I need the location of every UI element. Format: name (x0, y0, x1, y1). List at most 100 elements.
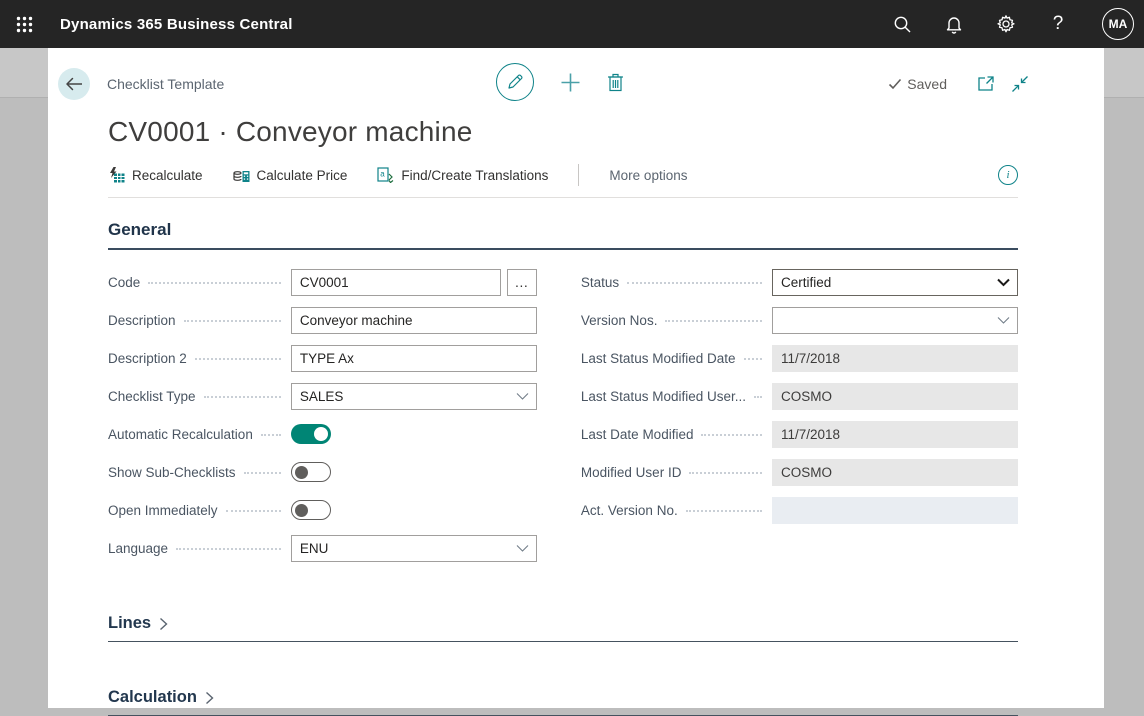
translations-icon: a (377, 167, 394, 183)
toggle-knob (295, 466, 308, 479)
chevron-down-icon (516, 392, 529, 401)
dotted-leader (689, 472, 762, 474)
checklist-type-value: SALES (300, 389, 344, 404)
automatic-recalculation-toggle[interactable] (291, 424, 331, 444)
chevron-right-icon (159, 617, 168, 631)
dotted-leader (195, 358, 281, 360)
find-create-translations-action[interactable]: a Find/Create Translations (377, 167, 548, 183)
calculation-label: Calculation (108, 688, 197, 707)
description-2-field[interactable] (291, 345, 537, 372)
chevron-down-icon (516, 544, 529, 553)
back-button[interactable] (58, 68, 90, 100)
last-status-modified-date-control: 11/7/2018 (772, 345, 1018, 372)
show-sub-checklists-label: Show Sub-Checklists (108, 465, 236, 480)
act-version-no-control (772, 497, 1018, 524)
action-bar: Recalculate Calculate Price a Find/Creat… (108, 164, 1018, 198)
description-label: Description (108, 313, 176, 328)
general-section-heading[interactable]: General (108, 220, 1018, 250)
more-options[interactable]: More options (609, 168, 687, 183)
code-field[interactable] (291, 269, 501, 296)
dotted-leader (744, 358, 763, 360)
action-bar-divider (578, 164, 579, 186)
last-status-modified-date-readonly-field: 11/7/2018 (772, 345, 1018, 372)
field-row-last-date-modified: Last Date Modified 11/7/2018 (581, 415, 1018, 453)
edit-pencil-icon[interactable] (496, 63, 534, 101)
dotted-leader (204, 396, 281, 398)
automatic-recalculation-label: Automatic Recalculation (108, 427, 253, 442)
field-row-last-status-modified-date: Last Status Modified Date 11/7/2018 (581, 339, 1018, 377)
search-icon[interactable] (890, 12, 914, 36)
app-title[interactable]: Dynamics 365 Business Central (60, 16, 293, 33)
user-avatar[interactable]: MA (1102, 8, 1134, 40)
saved-label: Saved (907, 76, 947, 92)
field-row-description: Description (108, 301, 537, 339)
waffle-menu-icon[interactable] (0, 0, 48, 48)
dotted-leader (176, 548, 281, 550)
chevron-down-icon (997, 278, 1010, 287)
calculation-section-heading[interactable]: Calculation (108, 688, 1018, 716)
field-row-modified-user-id: Modified User ID COSMO (581, 453, 1018, 491)
last-date-modified-label: Last Date Modified (581, 427, 694, 442)
language-label: Language (108, 541, 168, 556)
status-dropdown[interactable]: Certified (772, 269, 1018, 296)
field-row-automatic-recalculation: Automatic Recalculation (108, 415, 537, 453)
check-icon (888, 78, 902, 90)
calculation-section: Calculation (108, 688, 1018, 716)
recalculate-action[interactable]: Recalculate (108, 167, 203, 183)
help-icon[interactable]: ? (1046, 12, 1070, 36)
last-status-modified-date-label: Last Status Modified Date (581, 351, 736, 366)
top-navigation-bar: Dynamics 365 Business Central ? MA (0, 0, 1144, 48)
recalculate-icon (108, 167, 125, 183)
last-status-modified-user-readonly-field: COSMO (772, 383, 1018, 410)
language-dropdown[interactable]: ENU (291, 535, 537, 562)
trash-icon[interactable] (607, 72, 624, 92)
dotted-leader (148, 282, 281, 284)
open-immediately-label: Open Immediately (108, 503, 218, 518)
field-row-language: Language ENU (108, 529, 537, 567)
notifications-bell-icon[interactable] (942, 12, 966, 36)
svg-text:a: a (381, 170, 386, 179)
modified-user-id-readonly-field: COSMO (772, 459, 1018, 486)
field-row-description-2: Description 2 (108, 339, 537, 377)
page-title: CV0001 · Conveyor machine (48, 110, 1104, 148)
field-row-act-version-no: Act. Version No. (581, 491, 1018, 529)
breadcrumb[interactable]: Checklist Template (107, 76, 224, 92)
open-immediately-toggle[interactable] (291, 500, 331, 520)
header-right-actions: Saved (888, 75, 1029, 93)
version-nos-label: Version Nos. (581, 313, 658, 328)
field-row-checklist-type: Checklist Type SALES (108, 377, 537, 415)
general-section: General Code…DescriptionDescription 2Che… (108, 220, 1018, 567)
info-icon[interactable]: i (998, 165, 1018, 185)
last-date-modified-readonly-field: 11/7/2018 (772, 421, 1018, 448)
collapse-icon[interactable] (1011, 75, 1029, 93)
dotted-leader (244, 472, 281, 474)
popout-icon[interactable] (977, 75, 995, 93)
checklist-type-label: Checklist Type (108, 389, 196, 404)
saved-indicator: Saved (888, 76, 947, 92)
settings-gear-icon[interactable] (994, 12, 1018, 36)
last-status-modified-user-control: COSMO (772, 383, 1018, 410)
checklist-type-dropdown[interactable]: SALES (291, 383, 537, 410)
language-control: ENU (291, 535, 537, 562)
plus-icon[interactable] (560, 72, 581, 93)
code-control: … (291, 269, 537, 296)
modified-user-id-control: COSMO (772, 459, 1018, 486)
field-row-show-sub-checklists: Show Sub-Checklists (108, 453, 537, 491)
code-assist-button[interactable]: … (507, 269, 537, 296)
record-toolbar (496, 63, 624, 101)
show-sub-checklists-control (291, 462, 537, 482)
toggle-knob (295, 504, 308, 517)
chevron-right-icon (205, 691, 214, 705)
open-immediately-control (291, 500, 537, 520)
calculate-price-action[interactable]: Calculate Price (233, 167, 348, 183)
code-label: Code (108, 275, 140, 290)
description-field[interactable] (291, 307, 537, 334)
dotted-leader (701, 434, 762, 436)
show-sub-checklists-toggle[interactable] (291, 462, 331, 482)
version-nos-control (772, 307, 1018, 334)
lines-section-heading[interactable]: Lines (108, 614, 1018, 642)
lines-label: Lines (108, 614, 151, 633)
modified-user-id-label: Modified User ID (581, 465, 682, 480)
dotted-leader (184, 320, 281, 322)
version-nos-dropdown[interactable] (772, 307, 1018, 334)
